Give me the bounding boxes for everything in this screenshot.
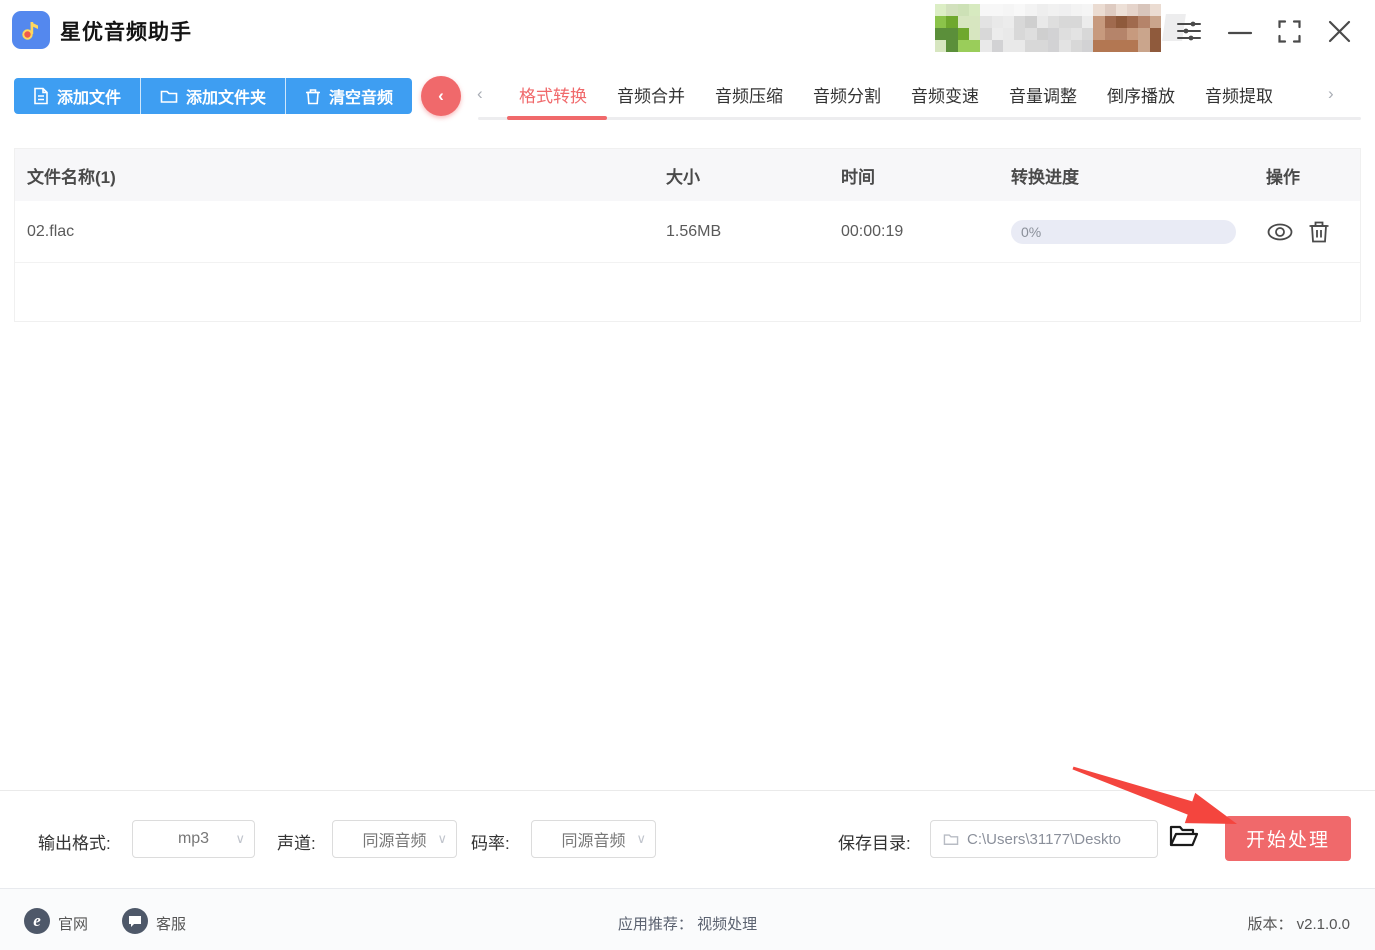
- trash-icon: [306, 88, 321, 104]
- channel-select[interactable]: 同源音频 ∨: [332, 820, 457, 858]
- settings-panel: 输出格式: mp3 ∨ 声道: 同源音频 ∨ 码率: 同源音频 ∨ 保存目录: …: [0, 790, 1375, 888]
- tab-format-convert[interactable]: 格式转换: [519, 82, 587, 107]
- tab-list: 格式转换 音频合并 音频压缩 音频分割 音频变速 音量调整 倒序播放 音频提取: [519, 82, 1273, 107]
- tab-audio-compress[interactable]: 音频压缩: [715, 82, 783, 107]
- save-dir-input[interactable]: C:\Users\31177\Deskto: [930, 820, 1158, 858]
- tab-audio-extract[interactable]: 音频提取: [1205, 82, 1273, 107]
- tab-audio-speed[interactable]: 音频变速: [911, 82, 979, 107]
- tab-audio-merge[interactable]: 音频合并: [617, 82, 685, 107]
- col-header-size: 大小: [666, 167, 700, 187]
- browse-folder-button[interactable]: [1169, 823, 1199, 849]
- tab-volume-adjust[interactable]: 音量调整: [1009, 82, 1077, 107]
- tab-underline-track: [478, 117, 1361, 120]
- bitrate-select[interactable]: 同源音频 ∨: [531, 820, 656, 858]
- col-header-time: 时间: [841, 167, 875, 187]
- tabs-scroll-right-icon[interactable]: ›: [1328, 84, 1334, 104]
- recommend-link[interactable]: 视频处理: [697, 916, 757, 933]
- save-dir-label: 保存目录:: [838, 834, 911, 853]
- col-header-progress: 转换进度: [1011, 167, 1079, 187]
- chevron-left-icon: ‹: [438, 86, 444, 105]
- bitrate-label: 码率:: [471, 834, 510, 853]
- start-processing-button[interactable]: 开始处理: [1225, 816, 1351, 861]
- recommend-label: 应用推荐：: [617, 916, 693, 933]
- add-folder-label: 添加文件夹: [186, 90, 267, 107]
- table-row[interactable]: 02.flac 1.56MB 00:00:19 0%: [15, 201, 1360, 263]
- close-button[interactable]: [1325, 18, 1353, 44]
- output-format-select[interactable]: mp3 ∨: [132, 820, 255, 858]
- cell-duration: 00:00:19: [841, 222, 904, 240]
- settings-sliders-icon[interactable]: [1176, 18, 1202, 44]
- tabs-scroll-left-icon[interactable]: ‹: [477, 84, 483, 104]
- footer: e 官网 客服 应用推荐： 视频处理 版本： v2.1.0.0: [0, 888, 1375, 950]
- col-header-filename: 文件名称(1): [27, 167, 116, 187]
- collapse-tabs-button[interactable]: ‹: [421, 76, 461, 116]
- channel-label: 声道:: [277, 834, 316, 853]
- redacted-user-info: [935, 4, 1161, 52]
- file-table: 文件名称(1) 大小 时间 转换进度 操作 02.flac 1.56MB 00:…: [14, 148, 1361, 322]
- add-file-button[interactable]: 添加文件: [14, 78, 140, 114]
- tab-audio-split[interactable]: 音频分割: [813, 82, 881, 107]
- table-header-row: 文件名称(1) 大小 时间 转换进度 操作: [15, 149, 1360, 201]
- maximize-button[interactable]: [1276, 18, 1302, 44]
- progress-label: 0%: [1021, 223, 1042, 240]
- chevron-down-icon: ∨: [437, 831, 447, 846]
- save-dir-value: C:\Users\31177\Deskto: [967, 830, 1121, 848]
- tab-active-indicator: [507, 116, 607, 120]
- folder-small-icon: [943, 834, 959, 845]
- add-folder-button[interactable]: 添加文件夹: [140, 78, 285, 114]
- output-format-value: mp3: [177, 830, 210, 847]
- folder-open-icon: [1169, 825, 1199, 847]
- preview-eye-icon[interactable]: [1266, 221, 1294, 243]
- bitrate-value: 同源音频: [561, 833, 626, 850]
- chevron-down-icon: ∨: [636, 831, 646, 846]
- folder-icon: [160, 90, 178, 103]
- version-text: 版本： v2.1.0.0: [1247, 916, 1350, 933]
- channel-value: 同源音频: [362, 833, 427, 850]
- minimize-button[interactable]: [1226, 20, 1254, 44]
- delete-trash-icon[interactable]: [1308, 220, 1330, 244]
- clear-audio-label: 清空音频: [329, 90, 394, 107]
- col-header-actions: 操作: [1266, 167, 1300, 187]
- document-icon: [34, 87, 48, 105]
- cell-filename: 02.flac: [27, 222, 75, 240]
- app-title: 星优音频助手: [60, 21, 192, 44]
- music-note-icon: [22, 22, 38, 40]
- add-file-label: 添加文件: [57, 90, 122, 107]
- app-recommendation: 应用推荐： 视频处理: [0, 913, 1375, 934]
- cell-size: 1.56MB: [666, 222, 722, 240]
- tab-reverse-play[interactable]: 倒序播放: [1107, 82, 1175, 107]
- chevron-down-icon: ∨: [235, 831, 245, 846]
- output-format-label: 输出格式:: [38, 834, 111, 853]
- progress-bar: 0%: [1011, 219, 1236, 244]
- file-actions-group: 添加文件 添加文件夹 清空音频: [14, 78, 413, 114]
- clear-audio-button[interactable]: 清空音频: [285, 78, 412, 114]
- app-logo: [12, 11, 50, 49]
